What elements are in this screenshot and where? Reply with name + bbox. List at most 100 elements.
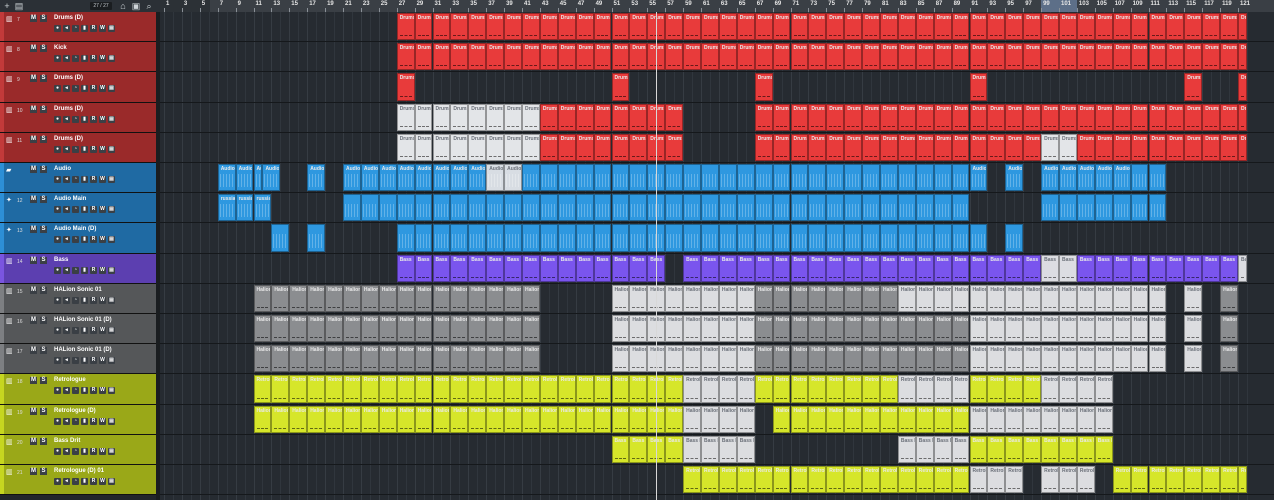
event-part[interactable]: Retrologue bbox=[1059, 375, 1077, 403]
track-header[interactable]: ▥ 18 M S Retrologue ● ◂ ◔ ▮ R W ▤ bbox=[0, 374, 156, 405]
track-header[interactable]: ▥ 21 M S Retrologue (D) 01 ● ◂ ◔ ▮ R W ▤ bbox=[0, 465, 156, 496]
event-part[interactable]: Halion bbox=[522, 405, 540, 433]
event-part[interactable]: Drums bbox=[557, 103, 576, 131]
event-part[interactable]: Halion bbox=[826, 345, 845, 373]
event-part[interactable] bbox=[1148, 194, 1167, 222]
record-enable-button[interactable]: ● bbox=[54, 145, 61, 153]
event-part[interactable]: Drums bbox=[1059, 103, 1077, 131]
event-part[interactable]: Drums bbox=[414, 13, 433, 41]
timebase-icon[interactable]: ◔ bbox=[72, 417, 79, 425]
event-part[interactable]: Retrologue (D) 01 bbox=[1005, 466, 1024, 494]
event-part[interactable]: Halion bbox=[396, 315, 415, 343]
write-automation-button[interactable]: W bbox=[99, 236, 106, 244]
event-part[interactable]: Bass bbox=[1166, 254, 1185, 282]
event-part[interactable] bbox=[826, 194, 845, 222]
event-part[interactable]: Drums bbox=[486, 133, 505, 161]
event-part[interactable]: Drums bbox=[575, 13, 594, 41]
event-part[interactable]: Bass bbox=[933, 254, 952, 282]
lock-icon[interactable]: ▮ bbox=[81, 25, 88, 32]
event-part[interactable]: Halion bbox=[289, 284, 308, 312]
event-part[interactable]: Drums bbox=[951, 133, 970, 161]
read-automation-button[interactable]: R bbox=[90, 296, 97, 304]
event-part[interactable] bbox=[951, 194, 970, 222]
timebase-icon[interactable]: ◔ bbox=[72, 206, 79, 214]
event-part[interactable] bbox=[844, 164, 863, 192]
event-part[interactable] bbox=[790, 194, 809, 222]
event-part[interactable]: Halion bbox=[1023, 345, 1042, 373]
event-part[interactable]: Halion bbox=[951, 405, 970, 433]
event-part[interactable]: Retrologue bbox=[897, 375, 916, 403]
event-part[interactable]: Halion bbox=[1112, 315, 1131, 343]
event-part[interactable]: Drums bbox=[1076, 103, 1095, 131]
event-part[interactable]: Drums bbox=[396, 103, 415, 131]
event-part[interactable]: Halion bbox=[844, 345, 863, 373]
event-part[interactable]: Retrologue bbox=[504, 375, 522, 403]
event-part[interactable]: Bass Drit bbox=[915, 435, 934, 463]
timebase-icon[interactable]: ◔ bbox=[72, 266, 79, 274]
event-part[interactable]: Retrologue (D) 01 bbox=[1130, 466, 1149, 494]
event-part[interactable] bbox=[504, 224, 522, 252]
event-part[interactable]: Drums bbox=[1130, 13, 1149, 41]
event-part[interactable]: Halion bbox=[754, 315, 773, 343]
lock-icon[interactable]: ▮ bbox=[81, 236, 88, 244]
event-part[interactable]: Halion bbox=[772, 405, 791, 433]
track-name[interactable]: Drums (D) bbox=[54, 136, 83, 142]
event-part[interactable]: Retrologue bbox=[826, 375, 845, 403]
event-part[interactable]: Halion bbox=[629, 345, 648, 373]
event-part[interactable]: Bass bbox=[862, 254, 880, 282]
event-part[interactable]: Bass bbox=[772, 254, 791, 282]
event-part[interactable] bbox=[1130, 194, 1149, 222]
event-part[interactable]: Retrologue (D) 01 bbox=[933, 466, 952, 494]
event-part[interactable] bbox=[862, 164, 880, 192]
event-part[interactable]: Bass bbox=[468, 254, 487, 282]
event-part[interactable]: Drums bbox=[1220, 103, 1238, 131]
event-part[interactable]: Halion bbox=[1148, 345, 1167, 373]
event-part[interactable] bbox=[933, 224, 952, 252]
event-part[interactable]: Halion bbox=[486, 284, 505, 312]
event-part[interactable]: Audio bbox=[235, 164, 254, 192]
event-part[interactable]: Bass bbox=[987, 254, 1006, 282]
event-part[interactable] bbox=[557, 224, 576, 252]
event-part[interactable]: Audio bbox=[1112, 164, 1131, 192]
event-part[interactable]: Halion bbox=[808, 405, 827, 433]
event-part[interactable]: Halion bbox=[844, 405, 863, 433]
solo-button[interactable]: S bbox=[40, 75, 47, 83]
event-part[interactable] bbox=[683, 194, 701, 222]
event-part[interactable]: Drums bbox=[486, 103, 505, 131]
event-part[interactable] bbox=[951, 164, 970, 192]
lock-icon[interactable]: ▮ bbox=[81, 145, 88, 153]
event-part[interactable]: Drums bbox=[1005, 133, 1024, 161]
event-part[interactable]: Halion bbox=[826, 284, 845, 312]
event-part[interactable] bbox=[593, 224, 612, 252]
event-part[interactable] bbox=[880, 164, 898, 192]
event-part[interactable]: Halion bbox=[1220, 284, 1238, 312]
event-part[interactable]: Halion bbox=[808, 284, 827, 312]
event-part[interactable]: Drums bbox=[593, 103, 612, 131]
event-part[interactable]: Bass bbox=[826, 254, 845, 282]
event-part[interactable] bbox=[808, 164, 827, 192]
event-part[interactable]: Retrologue (D) 01 bbox=[1041, 466, 1059, 494]
event-part[interactable]: Drums bbox=[504, 133, 522, 161]
write-automation-button[interactable]: W bbox=[99, 387, 106, 395]
event-part[interactable]: Halion bbox=[665, 284, 684, 312]
event-part[interactable]: Halion bbox=[378, 405, 397, 433]
event-part[interactable]: Audio bbox=[1041, 164, 1059, 192]
event-part[interactable]: Halion bbox=[1130, 284, 1149, 312]
event-part[interactable]: Halion bbox=[683, 315, 701, 343]
event-part[interactable]: Audio bbox=[432, 164, 451, 192]
event-part[interactable]: Halion bbox=[969, 284, 988, 312]
mute-button[interactable]: M bbox=[30, 347, 37, 355]
event-part[interactable]: Halion bbox=[343, 315, 361, 343]
event-part[interactable]: Drums bbox=[1094, 13, 1113, 41]
event-part[interactable]: Drums bbox=[790, 13, 809, 41]
event-part[interactable]: Drums bbox=[1184, 73, 1203, 101]
event-part[interactable]: Retrologue bbox=[701, 375, 719, 403]
event-part[interactable]: Retrologue (D) 01 bbox=[754, 466, 773, 494]
solo-button[interactable]: S bbox=[40, 347, 47, 355]
event-part[interactable]: Halion bbox=[1094, 315, 1113, 343]
solo-button[interactable]: S bbox=[40, 377, 47, 385]
event-part[interactable]: Drums bbox=[1238, 103, 1247, 131]
solo-button[interactable]: S bbox=[40, 286, 47, 294]
event-part[interactable] bbox=[790, 164, 809, 192]
event-part[interactable]: Halion bbox=[1041, 284, 1059, 312]
